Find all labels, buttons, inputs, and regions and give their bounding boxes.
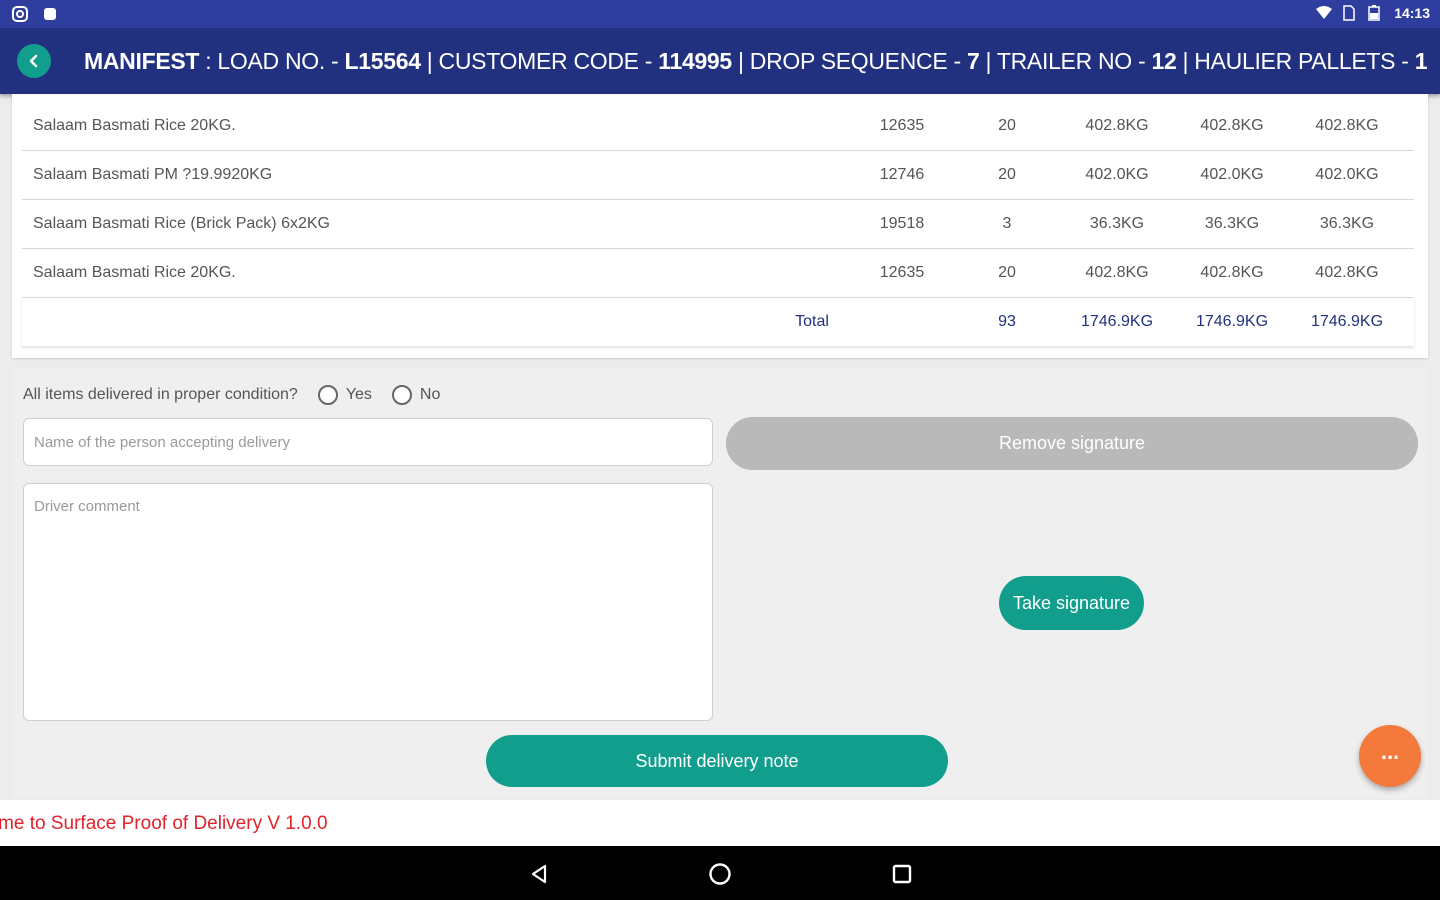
status-bar-left [12, 6, 58, 22]
marquee-text: come to Surface Proof of Delivery V 1.0.… [0, 813, 328, 834]
title-text: : LOAD NO. - [199, 48, 345, 74]
product-weight-3: 402.0KG [1315, 166, 1379, 183]
back-button[interactable] [17, 44, 51, 78]
table-row: Salaam Basmati Rice (Brick Pack) 6x2KG 1… [22, 200, 1414, 249]
total-weight-2: 1746.9KG [1195, 313, 1269, 330]
manifest-table-card: Salaam Basmati Rice 20KG. 12635 20 402.8… [12, 94, 1428, 358]
remove-signature-button[interactable]: Remove signature [726, 417, 1418, 470]
recents-square-icon [892, 864, 912, 884]
product-weight-2: 36.3KG [1204, 215, 1260, 232]
product-code: 12746 [879, 166, 925, 183]
manifest-title: MANIFEST : LOAD NO. - L15564 | CUSTOMER … [84, 48, 1428, 75]
status-bar-right: 14:13 [1316, 5, 1430, 21]
product-weight-2: 402.0KG [1200, 166, 1264, 183]
title-text: | HAULIER PALLETS - [1176, 48, 1415, 74]
total-row: Total 93 1746.9KG 1746.9KG 1746.9KG [22, 298, 1414, 346]
product-qty: 20 [998, 117, 1016, 134]
product-weight-3: 402.8KG [1315, 264, 1379, 281]
product-code: 12635 [879, 264, 925, 281]
radio-yes-label: Yes [345, 386, 372, 403]
product-weight-1: 402.0KG [1085, 166, 1149, 183]
radio-no-circle[interactable] [391, 385, 412, 405]
total-qty: 93 [998, 313, 1016, 330]
table-row: Salaam Basmati PM ?19.9920KG 12746 20 40… [22, 151, 1414, 200]
product-weight-3: 36.3KG [1319, 215, 1375, 232]
total-label: Total [795, 313, 829, 330]
product-weight-1: 36.3KG [1089, 215, 1145, 232]
nav-back-button[interactable] [526, 861, 552, 887]
title-text: | DROP SEQUENCE - [731, 48, 967, 74]
total-weight-3: 1746.9KG [1310, 313, 1384, 330]
product-weight-3: 402.8KG [1315, 117, 1379, 134]
title-text: | TRAILER NO - [979, 48, 1152, 74]
product-qty: 20 [998, 166, 1016, 183]
radio-no-label: No [419, 386, 441, 403]
product-weight-2: 402.8KG [1200, 264, 1264, 281]
product-name: Salaam Basmati Rice (Brick Pack) 6x2KG [33, 215, 330, 232]
more-options-button[interactable]: ... [1359, 725, 1421, 787]
submit-delivery-note-button[interactable]: Submit delivery note [486, 735, 948, 787]
product-qty: 3 [1002, 215, 1012, 232]
customer-code: 114995 [658, 48, 732, 74]
nav-recents-button[interactable] [889, 861, 915, 887]
radio-yes-circle[interactable] [317, 385, 338, 405]
radio-no[interactable]: No [391, 385, 441, 405]
recipient-name-input[interactable] [23, 418, 713, 466]
home-circle-icon [709, 863, 731, 885]
title-text: | CUSTOMER CODE - [420, 48, 659, 74]
trailer-number: 12 [1151, 48, 1177, 74]
manifest-table: Salaam Basmati Rice 20KG. 12635 20 402.8… [22, 94, 1414, 346]
instagram-icon [12, 6, 28, 22]
chevron-left-icon [29, 54, 38, 68]
product-name: Salaam Basmati PM ?19.9920KG [33, 166, 273, 183]
product-weight-1: 402.8KG [1085, 264, 1149, 281]
haulier-pallets: 1 [1414, 48, 1428, 74]
more-icon: ... [1380, 739, 1400, 764]
battery-icon [1368, 5, 1384, 21]
total-weight-1: 1746.9KG [1080, 313, 1154, 330]
status-time: 14:13 [1394, 5, 1430, 21]
take-signature-button[interactable]: Take signature [999, 576, 1144, 630]
product-name: Salaam Basmati Rice 20KG. [33, 264, 236, 281]
navigation-bar [0, 846, 1440, 900]
delivery-form: All items delivered in proper condition?… [12, 368, 1428, 798]
product-weight-1: 402.8KG [1085, 117, 1149, 134]
table-row: Salaam Basmati Rice 20KG. 12635 20 402.8… [22, 94, 1414, 151]
product-qty: 20 [998, 264, 1016, 281]
drop-sequence: 7 [966, 48, 980, 74]
condition-question-label: All items delivered in proper condition? [23, 386, 298, 403]
status-bar: 14:13 [0, 0, 1440, 28]
back-triangle-icon [531, 864, 547, 884]
product-code: 19518 [879, 215, 925, 232]
product-weight-2: 402.8KG [1200, 117, 1264, 134]
wifi-icon [1316, 5, 1333, 21]
load-number: L15564 [344, 48, 421, 74]
product-name: Salaam Basmati Rice 20KG. [33, 117, 236, 134]
product-code: 12635 [879, 117, 925, 134]
app-bar: MANIFEST : LOAD NO. - L15564 | CUSTOMER … [0, 28, 1440, 94]
title-key: MANIFEST [84, 48, 200, 74]
driver-comment-input[interactable] [23, 483, 713, 721]
radio-yes[interactable]: Yes [317, 385, 372, 405]
marquee-bar: come to Surface Proof of Delivery V 1.0.… [0, 800, 1440, 846]
notification-icon [42, 6, 58, 22]
condition-question: All items delivered in proper condition?… [23, 385, 440, 405]
sim-icon [1342, 5, 1358, 21]
nav-home-button[interactable] [707, 861, 733, 887]
table-row: Salaam Basmati Rice 20KG. 12635 20 402.8… [22, 249, 1414, 298]
